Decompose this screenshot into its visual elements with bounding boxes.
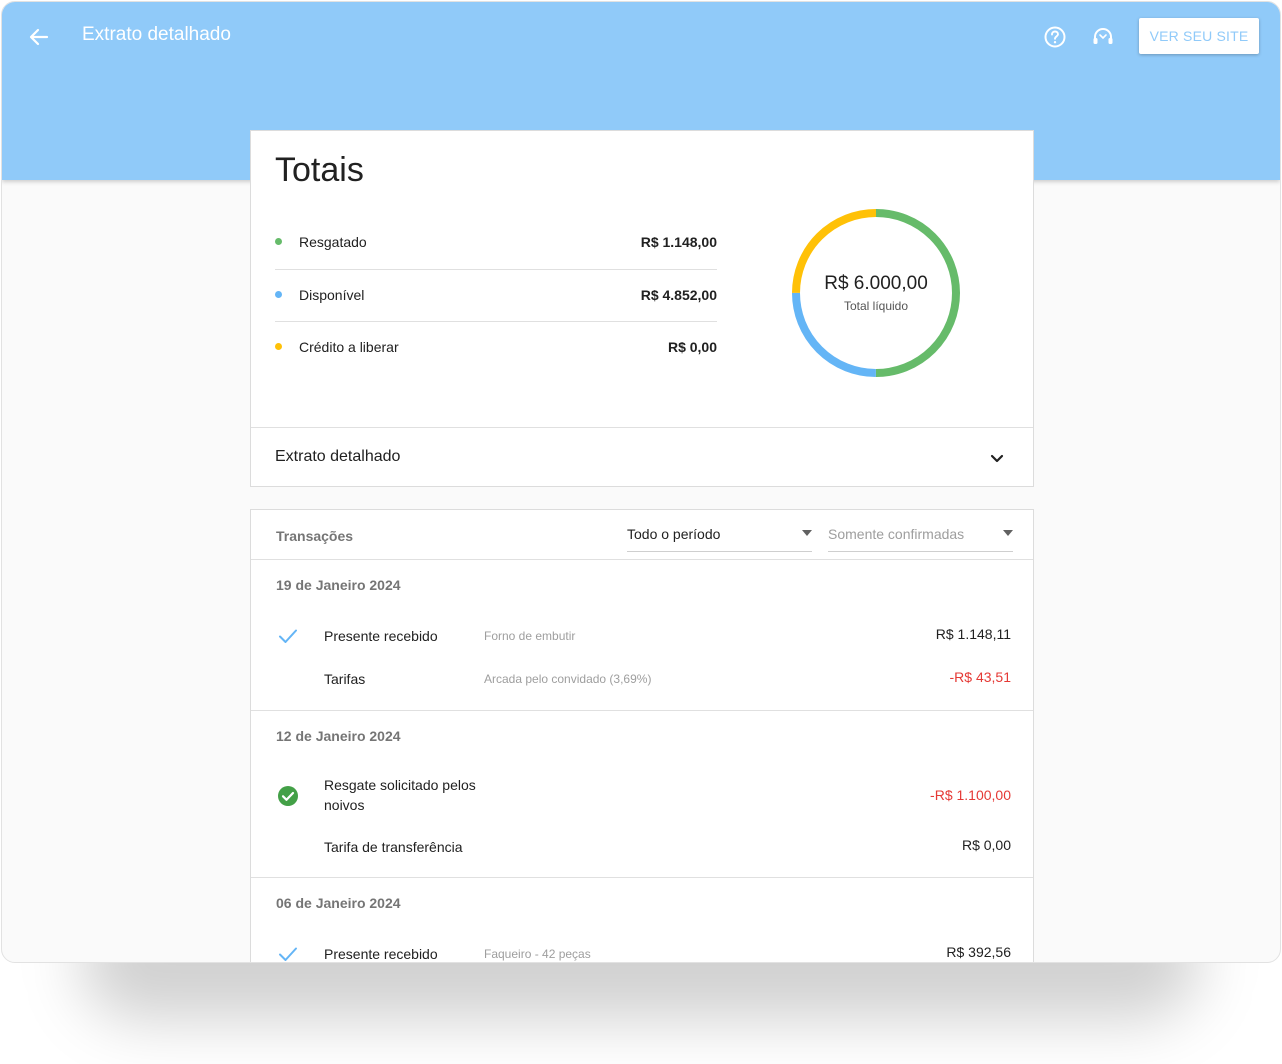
transaction-title-line: Resgate solicitado pelos [324, 777, 476, 793]
transaction-title: Presente recebido [324, 946, 438, 962]
transaction-group: 06 de Janeiro 2024 Presente recebido Faq… [251, 878, 1033, 962]
period-select-value: Todo o período [627, 526, 721, 542]
status-select-value: Somente confirmadas [828, 526, 965, 542]
transactions-title: Transações [276, 528, 354, 544]
support-headset-icon[interactable] [1090, 24, 1116, 50]
transaction-amount: R$ 1.148,11 [935, 626, 1011, 642]
group-date: 12 de Janeiro 2024 [276, 728, 401, 744]
totals-card: Totais Resgatado R$ 1.148,00 Disponível … [250, 130, 1034, 487]
transaction-description: Arcada pelo convidado (3,69%) [484, 672, 652, 686]
transaction-group: 19 de Janeiro 2024 Presente recebido For… [251, 560, 1033, 711]
group-date: 06 de Janeiro 2024 [276, 895, 401, 911]
group-date: 19 de Janeiro 2024 [276, 577, 401, 593]
transaction-title: Resgate solicitado pelos noivos [324, 775, 476, 815]
totals-value: R$ 0,00 [667, 339, 717, 355]
transaction-amount: -R$ 1.100,00 [930, 787, 1011, 803]
check-icon [276, 942, 300, 962]
transaction-amount: R$ 392,56 [946, 944, 1011, 960]
transaction-description: Faqueiro - 42 peças [484, 947, 591, 961]
totals-row-resgatado: Resgatado R$ 1.148,00 [275, 217, 717, 269]
totals-label: Resgatado [299, 234, 367, 250]
transaction-title: Presente recebido [324, 628, 438, 644]
extrato-label: Extrato detalhado [275, 448, 401, 465]
totals-title: Totais [275, 151, 364, 189]
transaction-group: 12 de Janeiro 2024 Resgate solicitado pe… [251, 711, 1033, 878]
period-select[interactable]: Todo o período [627, 520, 812, 552]
totals-value: R$ 4.852,00 [640, 287, 717, 303]
dropdown-caret-icon [802, 530, 812, 536]
transactions-card: Transações Todo o período Somente confir… [250, 509, 1034, 962]
green-dot-icon [275, 238, 282, 245]
totals-label: Disponível [299, 287, 365, 303]
donut-total-label: Total líquido [843, 299, 909, 313]
transaction-title: Tarifa de transferência [324, 839, 463, 855]
transaction-amount: -R$ 43,51 [949, 669, 1011, 685]
chevron-down-icon[interactable] [985, 446, 1009, 470]
transaction-amount: R$ 0,00 [961, 837, 1011, 853]
yellow-dot-icon [275, 343, 282, 350]
dropdown-caret-icon [1003, 530, 1013, 536]
check-icon [276, 624, 300, 648]
transaction-title-line: noivos [324, 797, 365, 813]
totals-row-credito: Crédito a liberar R$ 0,00 [275, 321, 717, 373]
transactions-header: Transações Todo o período Somente confir… [251, 510, 1033, 560]
transaction-title: Tarifas [324, 671, 366, 687]
totals-label: Crédito a liberar [299, 339, 399, 355]
help-icon[interactable] [1042, 24, 1068, 50]
totals-row-disponivel: Disponível R$ 4.852,00 [275, 269, 717, 321]
back-arrow-icon[interactable] [24, 22, 54, 52]
blue-dot-icon [275, 291, 282, 298]
donut-total-value: R$ 6.000,00 [824, 273, 928, 294]
check-circle-icon [276, 784, 300, 808]
app-window: Extrato detalhado VER SEU SITE Totais Re [1, 1, 1281, 963]
status-select[interactable]: Somente confirmadas [828, 520, 1013, 552]
view-site-button[interactable]: VER SEU SITE [1139, 18, 1259, 54]
extrato-detalhado-expander[interactable]: Extrato detalhado [251, 427, 1033, 487]
totals-value: R$ 1.148,00 [640, 234, 717, 250]
total-donut-chart: R$ 6.000,00 Total líquido [788, 205, 964, 381]
totals-list: Resgatado R$ 1.148,00 Disponível R$ 4.85… [275, 217, 717, 373]
transaction-description: Forno de embutir [484, 629, 576, 643]
page-title: Extrato detalhado [82, 24, 231, 45]
